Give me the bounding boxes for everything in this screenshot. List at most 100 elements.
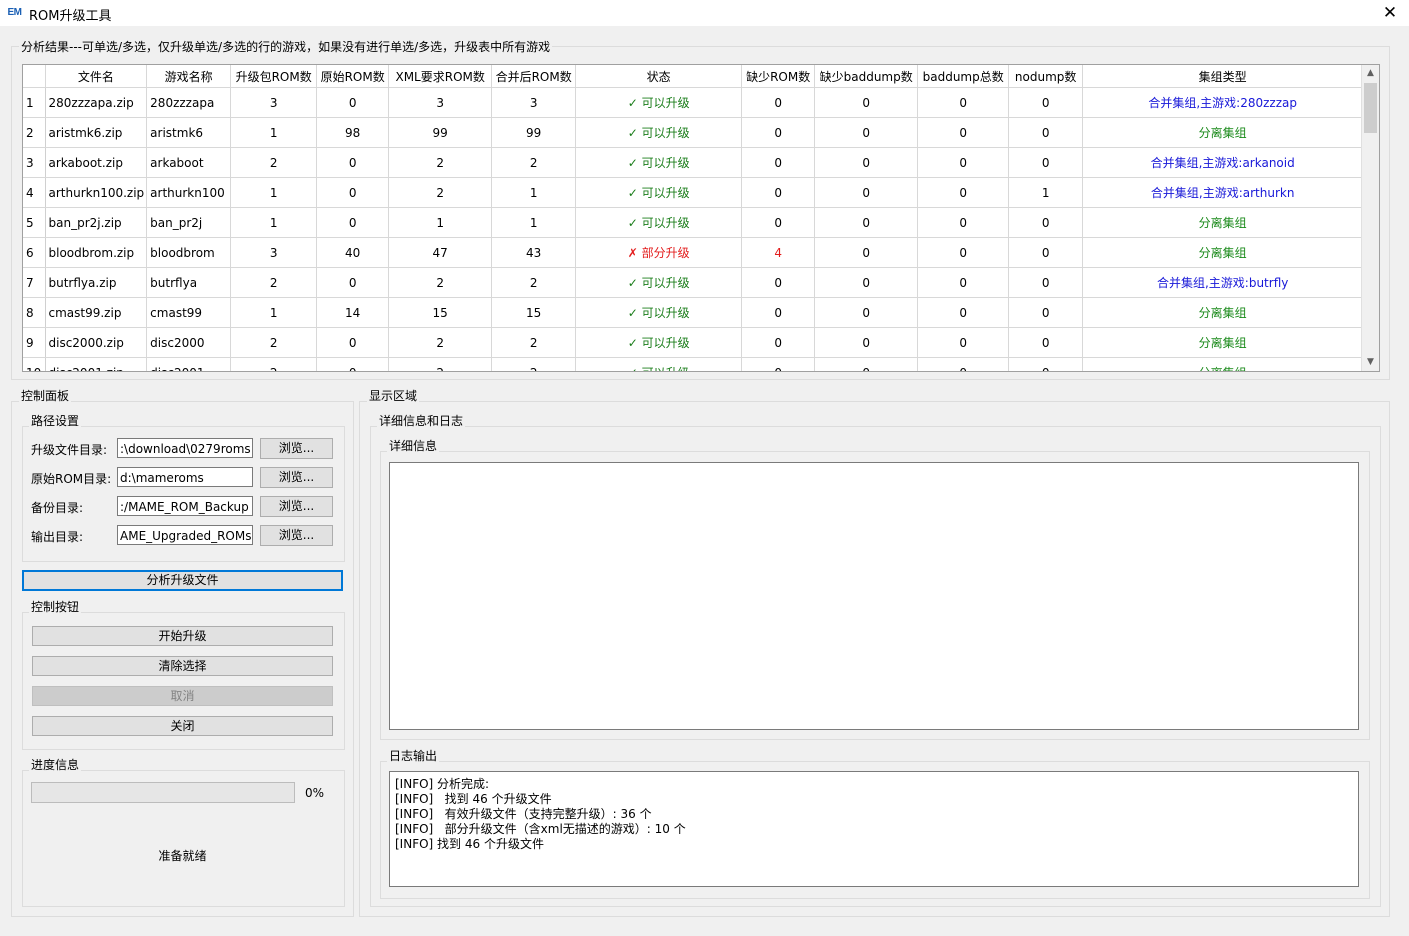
table-cell: 0 [1008, 207, 1084, 238]
column-header[interactable]: 状态 [575, 65, 743, 88]
table-cell: 40 [316, 237, 390, 268]
table-cell: 2 [491, 267, 577, 298]
table-row[interactable]: 8 cmast99.zip cmast99 1 14 15 15 ✓ 可以升级 0 0 0 0 分离集组 [23, 297, 1364, 328]
table-row[interactable]: 3 arkaboot.zip arkaboot 2 0 2 2 ✓ 可以升级 0 0 0 0 合并集组,… [23, 147, 1364, 178]
cancel-button[interactable]: 取消 [32, 686, 333, 706]
table-cell: 0 [1008, 327, 1084, 358]
table-cell: 2 [23, 117, 46, 148]
table-cell: aristmk6.zip [45, 117, 148, 148]
table-row[interactable]: 5 ban_pr2j.zip ban_pr2j 1 0 1 1 ✓ 可以升级 0 0 0 0 分离集组 [23, 207, 1364, 238]
table-row[interactable]: 4 arthurkn100.zip arthurkn100 1 0 2 1 ✓ 可以升级 0 0 0… [23, 177, 1364, 208]
table-cell: 9 [23, 327, 46, 358]
column-header[interactable]: 合并后ROM数 [491, 65, 577, 88]
table-cell: 2 [491, 147, 577, 178]
rom-dir-input[interactable]: d:\mameroms [117, 467, 253, 487]
table-cell: ✓ 可以升级 [575, 87, 743, 118]
table-cell: 3 [230, 237, 318, 268]
table-cell: 280zzzapa [146, 87, 232, 118]
scroll-down-icon[interactable]: ▼ [1362, 354, 1379, 371]
table-cell: 0 [316, 357, 390, 371]
column-header[interactable] [23, 65, 46, 88]
table-cell: 0 [741, 147, 816, 178]
table-cell: 0 [814, 147, 919, 178]
column-header[interactable]: baddump总数 [917, 65, 1010, 88]
table-cell: 0 [741, 357, 816, 371]
table-cell: 2 [230, 327, 318, 358]
log-textarea[interactable]: [INFO] 分析完成: [INFO] 找到 46 个升级文件 [INFO] 有… [389, 771, 1359, 887]
analysis-group-label: 分析结果---可单选/多选，仅升级单选/多选的行的游戏，如果没有进行单选/多选，… [19, 38, 553, 55]
log-line: [INFO] 部分升级文件（含xml无描述的游戏）: 10 个 [395, 822, 686, 836]
analyze-button[interactable]: 分析升级文件 [22, 570, 343, 591]
column-header[interactable]: 缺少baddump数 [814, 65, 919, 88]
table-cell: 1 [230, 297, 318, 328]
upgrade-dir-input[interactable]: :\download\0279roms [117, 438, 253, 458]
column-header[interactable]: 缺少ROM数 [741, 65, 816, 88]
table-cell: 98 [316, 117, 390, 148]
table-cell: 10 [23, 357, 46, 371]
table-cell: 1 [491, 207, 577, 238]
table-cell: ban_pr2j.zip [45, 207, 148, 238]
column-header[interactable]: 原始ROM数 [316, 65, 390, 88]
table-row[interactable]: 1 280zzzapa.zip 280zzzapa 3 0 3 3 ✓ 可以升级 0 0 0 0 合并集… [23, 87, 1364, 118]
clear-selection-button[interactable]: 清除选择 [32, 656, 333, 676]
control-panel-label: 控制面板 [19, 387, 72, 404]
table-cell: 280zzzapa.zip [45, 87, 148, 118]
table-row[interactable]: 9 disc2000.zip disc2000 2 0 2 2 ✓ 可以升级 0 0 0 0 分离集组 [23, 327, 1364, 358]
table-cell: ✓ 可以升级 [575, 357, 743, 371]
scroll-up-icon[interactable]: ▲ [1362, 65, 1379, 82]
table-scrollbar[interactable]: ▲ ▼ [1361, 65, 1379, 371]
table-cell: 0 [917, 117, 1010, 148]
table-row[interactable]: 2 aristmk6.zip aristmk6 1 98 99 99 ✓ 可以升级 0 0 0 0 分离… [23, 117, 1364, 148]
app-icon: EM [6, 6, 23, 19]
table-cell: 0 [741, 87, 816, 118]
table-cell: 15 [388, 297, 493, 328]
table-cell: 分离集组 [1082, 117, 1364, 148]
table-cell: ✓ 可以升级 [575, 327, 743, 358]
table-cell: 分离集组 [1082, 357, 1364, 371]
column-header[interactable]: 升级包ROM数 [230, 65, 318, 88]
browse-upgrade-button[interactable]: 浏览... [260, 438, 333, 459]
column-header[interactable]: 游戏名称 [146, 65, 232, 88]
table-cell: bloodbrom.zip [45, 237, 148, 268]
results-table[interactable]: 文件名 游戏名称 升级包ROM数 原始ROM数 XML要求ROM数 合并后ROM数 状态 缺少… [22, 64, 1380, 372]
table-row[interactable]: 6 bloodbrom.zip bloodbrom 3 40 47 43 ✗ 部分升级 4 0 0 0… [23, 237, 1364, 268]
table-cell: 0 [917, 177, 1010, 208]
column-header[interactable]: 文件名 [45, 65, 148, 88]
table-cell: disc2000.zip [45, 327, 148, 358]
column-header[interactable]: 集组类型 [1082, 65, 1364, 88]
scroll-thumb[interactable] [1364, 83, 1377, 133]
table-cell: 2 [230, 267, 318, 298]
browse-rom-button[interactable]: 浏览... [260, 467, 333, 488]
table-cell: 分离集组 [1082, 327, 1364, 358]
close-button[interactable]: 关闭 [32, 716, 333, 736]
output-dir-label: 输出目录: [31, 530, 84, 544]
close-icon[interactable]: ✕ [1379, 2, 1401, 24]
table-cell: arthurkn100 [146, 177, 232, 208]
table-cell: 0 [1008, 117, 1084, 148]
column-header[interactable]: nodump数 [1008, 65, 1084, 88]
table-cell: 分离集组 [1082, 237, 1364, 268]
table-cell: 2 [388, 147, 493, 178]
table-cell: 0 [814, 207, 919, 238]
table-cell: 0 [1008, 237, 1084, 268]
table-cell: 15 [491, 297, 577, 328]
table-cell: 0 [741, 297, 816, 328]
output-dir-input[interactable]: AME_Upgraded_ROMs [117, 525, 253, 545]
table-cell: 2 [388, 267, 493, 298]
table-cell: 0 [741, 177, 816, 208]
table-row[interactable]: 7 butrflya.zip butrflya 2 0 2 2 ✓ 可以升级 0 0 0 0 合并集组,… [23, 267, 1364, 298]
table-cell: 5 [23, 207, 46, 238]
table-cell: 0 [917, 207, 1010, 238]
browse-backup-button[interactable]: 浏览... [260, 496, 333, 517]
table-cell: 0 [917, 237, 1010, 268]
browse-output-button[interactable]: 浏览... [260, 525, 333, 546]
details-textarea[interactable] [389, 462, 1359, 730]
column-header[interactable]: XML要求ROM数 [388, 65, 493, 88]
start-upgrade-button[interactable]: 开始升级 [32, 626, 333, 646]
table-cell: 3 [491, 87, 577, 118]
rom-dir-label: 原始ROM目录: [31, 472, 112, 486]
backup-dir-input[interactable]: :/MAME_ROM_Backup [117, 496, 253, 516]
table-cell: butrflya [146, 267, 232, 298]
table-row[interactable]: 10disc2001.zipdisc20012022✓ 可以升级0000分离集组 [23, 357, 1364, 371]
upgrade-dir-label: 升级文件目录: [31, 443, 108, 457]
